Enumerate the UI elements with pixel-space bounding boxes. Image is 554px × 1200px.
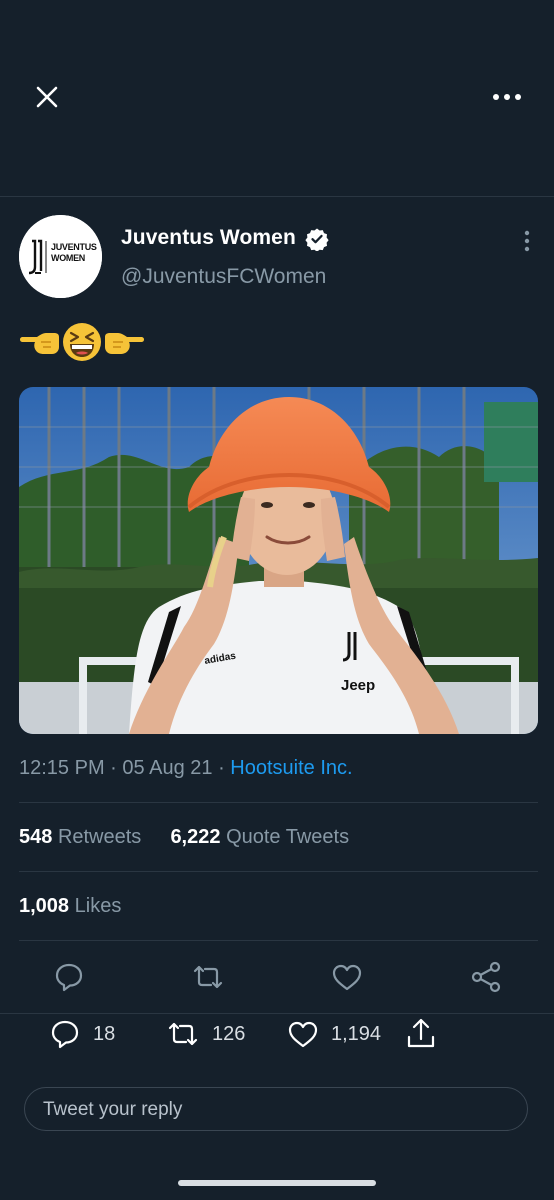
reply-count: 18 xyxy=(93,1023,116,1045)
divider xyxy=(19,871,538,872)
tweet-meta: 12:15 PM · 05 Aug 21 · Hootsuite Inc. xyxy=(19,757,353,780)
home-indicator[interactable] xyxy=(178,1180,376,1186)
avatar[interactable]: JUVENTUS WOMEN xyxy=(19,215,102,298)
retweets-label: Retweets xyxy=(57,826,142,848)
tweet-text xyxy=(19,322,145,362)
more-horizontal-icon[interactable] xyxy=(490,84,524,110)
like-icon[interactable] xyxy=(330,960,364,994)
pointing-left-emoji-icon xyxy=(19,327,61,357)
retweet-count-button[interactable]: 126 xyxy=(166,1015,256,1051)
shirt-sponsor-text: Jeep xyxy=(341,677,375,694)
quote-tweets-label: Quote Tweets xyxy=(226,826,350,848)
meta-separator: · xyxy=(218,757,225,779)
quote-tweets-stat[interactable]: 6,222 Quote Tweets xyxy=(165,826,349,848)
like-icon xyxy=(288,1021,318,1048)
quote-tweets-count: 6,222 xyxy=(170,826,221,848)
tweet-time: 12:15 PM xyxy=(19,757,105,779)
tweet-date: 05 Aug 21 xyxy=(122,757,213,779)
retweets-count: 548 xyxy=(19,826,53,848)
tweet-source-link[interactable]: Hootsuite Inc. xyxy=(230,757,352,779)
share-icon[interactable] xyxy=(469,960,503,994)
tweet-photo[interactable]: Jeep adidas xyxy=(19,387,538,734)
pointing-right-emoji-icon xyxy=(103,327,145,357)
tweet-detail-screen: JUVENTUS WOMEN Juventus Women @JuventusF… xyxy=(0,0,554,1200)
author-handle[interactable]: @JuventusFCWomen xyxy=(121,265,326,289)
avatar-text-line1: JUVENTUS xyxy=(51,242,97,252)
divider xyxy=(19,802,538,803)
grinning-squinting-face-icon xyxy=(62,322,102,362)
like-count: 1,194 xyxy=(331,1023,382,1045)
more-vertical-icon[interactable] xyxy=(520,228,534,254)
reply-count-button[interactable]: 18 xyxy=(48,1015,128,1051)
avatar-text-line2: WOMEN xyxy=(51,253,85,263)
meta-separator: · xyxy=(110,757,117,779)
reply-composer[interactable] xyxy=(24,1087,528,1132)
top-bar xyxy=(0,0,554,197)
reply-icon[interactable] xyxy=(52,960,86,994)
verified-badge-icon xyxy=(305,227,329,252)
like-count-button[interactable]: 1,194 xyxy=(286,1015,386,1051)
reply-icon xyxy=(51,1020,79,1049)
stats-row: 548 Retweets 6,222 Quote Tweets xyxy=(19,826,349,849)
share-upload-icon[interactable] xyxy=(404,1015,440,1051)
close-icon[interactable] xyxy=(30,80,64,114)
retweet-icon[interactable] xyxy=(191,960,225,994)
reply-input[interactable] xyxy=(41,1088,515,1132)
likes-count: 1,008 xyxy=(19,895,70,917)
likes-label: Likes xyxy=(74,895,122,917)
divider xyxy=(19,940,538,941)
author-name[interactable]: Juventus Women xyxy=(121,226,296,250)
retweets-stat[interactable]: 548 Retweets xyxy=(19,826,147,848)
retweet-count: 126 xyxy=(212,1023,246,1045)
retweet-icon xyxy=(168,1022,198,1046)
likes-stat[interactable]: 1,008 Likes xyxy=(19,895,121,918)
